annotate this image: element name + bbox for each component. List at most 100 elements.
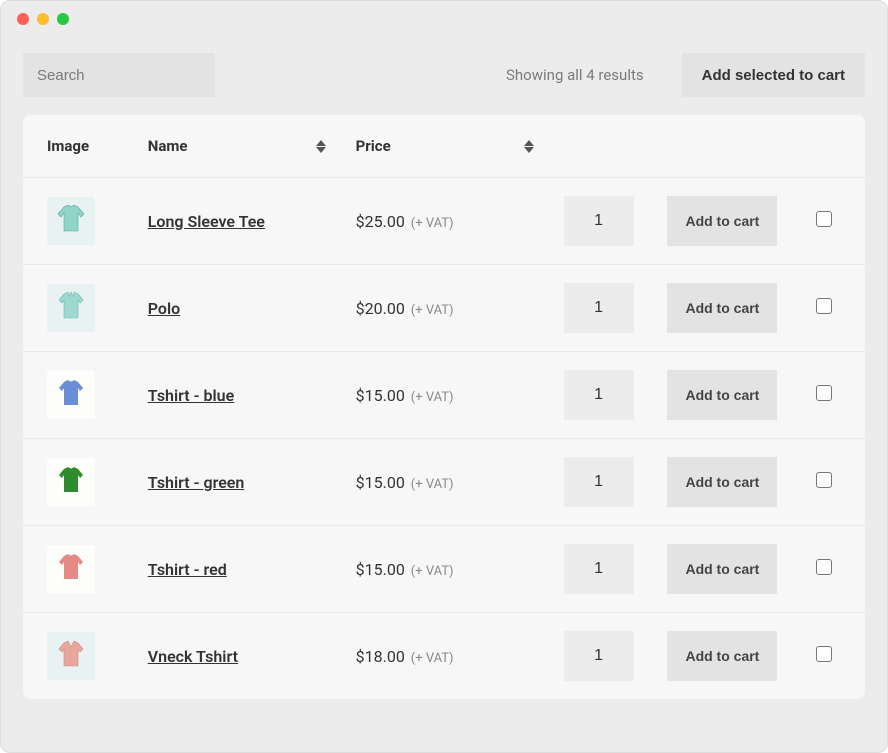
product-thumb[interactable] (47, 197, 95, 245)
add-to-cart-button[interactable]: Add to cart (667, 544, 777, 594)
shirt-icon (56, 379, 86, 411)
close-icon[interactable] (17, 13, 29, 25)
shirt-icon (56, 553, 86, 585)
product-table: Image Name Price (23, 115, 865, 699)
column-header-price-label: Price (356, 137, 391, 155)
select-cell (803, 265, 865, 352)
product-link[interactable]: Long Sleeve Tee (148, 212, 265, 231)
toolbar: Showing all 4 results Add selected to ca… (1, 37, 887, 115)
select-cell (803, 178, 865, 265)
product-price-cell: $15.00 (+ VAT) (356, 439, 564, 526)
product-thumb-cell (23, 178, 148, 265)
product-thumb[interactable] (47, 632, 95, 680)
price-value: $25.00 (356, 212, 405, 231)
select-checkbox[interactable] (816, 211, 832, 227)
app-window: Showing all 4 results Add selected to ca… (0, 0, 888, 753)
search-input[interactable] (23, 53, 215, 97)
quantity-stepper[interactable] (564, 544, 634, 594)
add-to-cart-button[interactable]: Add to cart (667, 283, 777, 333)
product-link[interactable]: Tshirt - blue (148, 386, 234, 405)
add-to-cart-button[interactable]: Add to cart (667, 370, 777, 420)
product-link[interactable]: Tshirt - green (148, 473, 245, 492)
product-thumb-cell (23, 439, 148, 526)
column-header-name-label: Name (148, 137, 188, 155)
select-cell (803, 613, 865, 700)
price-value: $15.00 (356, 386, 405, 405)
product-name-cell: Tshirt - red (148, 526, 356, 613)
column-header-select (803, 115, 865, 178)
add-to-cart-button[interactable]: Add to cart (667, 196, 777, 246)
quantity-stepper[interactable] (564, 196, 634, 246)
column-header-price[interactable]: Price (356, 115, 564, 178)
add-cell: Add to cart (667, 526, 802, 613)
qty-cell (564, 613, 668, 700)
product-name-cell: Long Sleeve Tee (148, 178, 356, 265)
product-name-cell: Vneck Tshirt (148, 613, 356, 700)
sort-icon[interactable] (524, 140, 534, 153)
table-row: Tshirt - blue $15.00 (+ VAT) Add to cart (23, 352, 865, 439)
quantity-stepper[interactable] (564, 370, 634, 420)
quantity-stepper[interactable] (564, 631, 634, 681)
product-link[interactable]: Vneck Tshirt (148, 647, 238, 666)
select-checkbox[interactable] (816, 385, 832, 401)
add-selected-to-cart-button[interactable]: Add selected to cart (682, 53, 865, 97)
product-link[interactable]: Polo (148, 299, 180, 318)
product-price-cell: $18.00 (+ VAT) (356, 613, 564, 700)
select-checkbox[interactable] (816, 646, 832, 662)
column-header-add (667, 115, 802, 178)
select-checkbox[interactable] (816, 559, 832, 575)
product-thumb-cell (23, 352, 148, 439)
qty-cell (564, 352, 668, 439)
minimize-icon[interactable] (37, 13, 49, 25)
product-price-cell: $20.00 (+ VAT) (356, 265, 564, 352)
table-row: Long Sleeve Tee $25.00 (+ VAT) Add to cart (23, 178, 865, 265)
shirt-icon (56, 640, 86, 672)
shirt-icon (56, 466, 86, 498)
add-cell: Add to cart (667, 265, 802, 352)
product-name-cell: Polo (148, 265, 356, 352)
quantity-stepper[interactable] (564, 457, 634, 507)
product-price-cell: $15.00 (+ VAT) (356, 352, 564, 439)
shirt-icon (54, 204, 88, 238)
product-price-cell: $15.00 (+ VAT) (356, 526, 564, 613)
product-name-cell: Tshirt - blue (148, 352, 356, 439)
qty-cell (564, 265, 668, 352)
product-thumb[interactable] (47, 545, 95, 593)
add-cell: Add to cart (667, 613, 802, 700)
product-thumb-cell (23, 613, 148, 700)
window-titlebar (1, 1, 887, 37)
select-cell (803, 439, 865, 526)
select-cell (803, 352, 865, 439)
column-header-qty (564, 115, 668, 178)
product-link[interactable]: Tshirt - red (148, 560, 227, 579)
select-cell (803, 526, 865, 613)
column-header-image: Image (23, 115, 148, 178)
qty-cell (564, 439, 668, 526)
select-checkbox[interactable] (816, 472, 832, 488)
table-row: Tshirt - red $15.00 (+ VAT) Add to cart (23, 526, 865, 613)
add-to-cart-button[interactable]: Add to cart (667, 631, 777, 681)
product-thumb[interactable] (47, 371, 95, 419)
sort-icon[interactable] (316, 140, 326, 153)
product-price-cell: $25.00 (+ VAT) (356, 178, 564, 265)
product-thumb[interactable] (47, 284, 95, 332)
qty-cell (564, 526, 668, 613)
table-row: Vneck Tshirt $18.00 (+ VAT) Add to cart (23, 613, 865, 700)
shirt-icon (56, 291, 86, 325)
add-cell: Add to cart (667, 439, 802, 526)
quantity-stepper[interactable] (564, 283, 634, 333)
product-thumb[interactable] (47, 458, 95, 506)
add-to-cart-button[interactable]: Add to cart (667, 457, 777, 507)
product-name-cell: Tshirt - green (148, 439, 356, 526)
maximize-icon[interactable] (57, 13, 69, 25)
price-value: $20.00 (356, 299, 405, 318)
price-value: $15.00 (356, 560, 405, 579)
column-header-name[interactable]: Name (148, 115, 356, 178)
price-value: $18.00 (356, 647, 405, 666)
product-thumb-cell (23, 265, 148, 352)
qty-cell (564, 178, 668, 265)
price-value: $15.00 (356, 473, 405, 492)
select-checkbox[interactable] (816, 298, 832, 314)
product-thumb-cell (23, 526, 148, 613)
table-row: Polo $20.00 (+ VAT) Add to cart (23, 265, 865, 352)
